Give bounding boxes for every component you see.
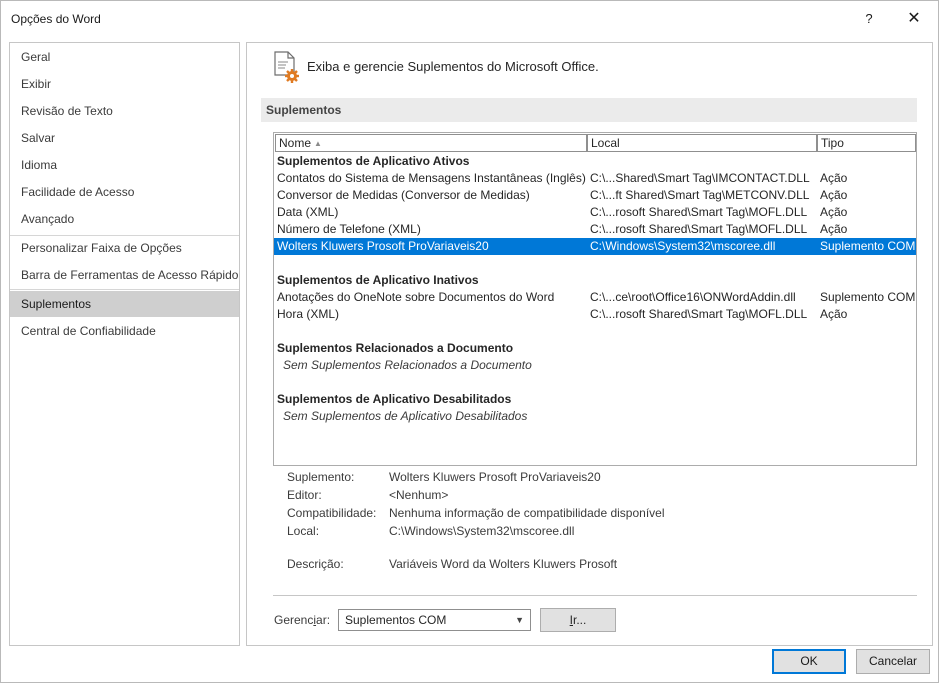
column-header-name[interactable]: Nome ▲	[275, 134, 587, 152]
table-row[interactable]: Hora (XML) C:\...rosoft Shared\Smart Tag…	[274, 306, 916, 323]
nav-item-personalizar-faixa[interactable]: Personalizar Faixa de Opções	[10, 235, 239, 261]
nav-item-avancado[interactable]: Avançado	[10, 206, 239, 232]
addin-name: Wolters Kluwers Prosoft ProVariaveis20	[277, 239, 489, 253]
addin-type: Suplemento COM	[820, 239, 916, 253]
addin-type: Suplemento COM	[820, 290, 916, 304]
addin-name: Conversor de Medidas (Conversor de Medid…	[277, 188, 530, 202]
detail-location-value: C:\Windows\System32\mscoree.dll	[389, 524, 575, 538]
divider	[273, 595, 917, 596]
group-title: Suplementos de Aplicativo Inativos	[277, 273, 479, 287]
table-row[interactable]: Data (XML) C:\...rosoft Shared\Smart Tag…	[274, 204, 916, 221]
list-item: Sem Suplementos Relacionados a Documento	[274, 357, 916, 374]
column-header-type[interactable]: Tipo	[817, 134, 916, 152]
addin-type: Ação	[820, 307, 848, 321]
addin-location: C:\Windows\System32\mscoree.dll	[590, 239, 776, 253]
addin-type: Ação	[820, 222, 848, 236]
addin-type: Ação	[820, 188, 848, 202]
nav-item-salvar[interactable]: Salvar	[10, 125, 239, 151]
manage-dropdown-value: Suplementos COM	[345, 613, 447, 627]
table-row[interactable]: Número de Telefone (XML) C:\...rosoft Sh…	[274, 221, 916, 238]
detail-compat-value: Nenhuma informação de compatibilidade di…	[389, 506, 665, 520]
group-title: Suplementos de Aplicativo Desabilitados	[277, 392, 512, 406]
detail-publisher-label: Editor:	[287, 488, 322, 502]
addins-panel: Exiba e gerencie Suplementos do Microsof…	[246, 42, 933, 646]
addin-name: Número de Telefone (XML)	[277, 222, 421, 236]
table-row-selected[interactable]: Wolters Kluwers Prosoft ProVariaveis20 C…	[274, 238, 916, 255]
detail-description-label: Descrição:	[287, 557, 344, 571]
manage-dropdown[interactable]: Suplementos COM ▼	[338, 609, 531, 631]
cancel-button[interactable]: Cancelar	[856, 649, 930, 674]
column-name-label: Nome	[279, 136, 312, 150]
addins-gear-icon	[274, 51, 299, 83]
detail-publisher-value: <Nenhum>	[389, 488, 449, 502]
addin-name: Anotações do OneNote sobre Documentos do…	[277, 290, 555, 304]
options-nav: Geral Exibir Revisão de Texto Salvar Idi…	[9, 42, 240, 646]
addin-location: C:\...rosoft Shared\Smart Tag\MOFL.DLL	[590, 307, 808, 321]
nav-item-acessibilidade[interactable]: Facilidade de Acesso	[10, 179, 239, 205]
addin-location: C:\...Shared\Smart Tag\IMCONTACT.DLL	[590, 171, 810, 185]
help-icon[interactable]: ?	[854, 7, 884, 31]
go-label: r...	[573, 613, 587, 627]
group-title: Suplementos de Aplicativo Ativos	[277, 154, 470, 168]
nav-item-geral[interactable]: Geral	[10, 44, 239, 70]
nav-divider	[10, 289, 239, 290]
table-row[interactable]: Contatos do Sistema de Mensagens Instant…	[274, 170, 916, 187]
table-row[interactable]: Anotações do OneNote sobre Documentos do…	[274, 289, 916, 306]
section-title: Suplementos	[261, 98, 917, 122]
addin-location: C:\...rosoft Shared\Smart Tag\MOFL.DLL	[590, 205, 808, 219]
manage-label: Gerenciar:	[274, 613, 330, 627]
title-bar: Opções do Word ? ✕	[1, 1, 938, 37]
group-header-disabled: Suplementos de Aplicativo Desabilitados	[274, 391, 916, 408]
addin-name: Data (XML)	[277, 205, 339, 219]
nav-item-suplementos[interactable]: Suplementos	[10, 291, 239, 317]
manage-label-post: ar:	[316, 613, 331, 627]
nav-item-revisao[interactable]: Revisão de Texto	[10, 98, 239, 124]
ok-button[interactable]: OK	[772, 649, 846, 674]
chevron-down-icon: ▼	[515, 615, 524, 625]
addin-type: Ação	[820, 171, 848, 185]
close-icon[interactable]: ✕	[899, 7, 929, 31]
addin-location: C:\...rosoft Shared\Smart Tag\MOFL.DLL	[590, 222, 808, 236]
group-header-inactive: Suplementos de Aplicativo Inativos	[274, 272, 916, 289]
sort-ascending-icon: ▲	[314, 139, 322, 148]
addins-list[interactable]: Nome ▲ Local Tipo Suplementos de Aplicati…	[273, 132, 917, 466]
group-header-active: Suplementos de Aplicativo Ativos	[274, 153, 916, 170]
table-row[interactable]: Conversor de Medidas (Conversor de Medid…	[274, 187, 916, 204]
manage-label-pre: Gerenc	[274, 613, 314, 627]
addin-location: C:\...ce\root\Office16\ONWordAddin.dll	[590, 290, 796, 304]
detail-compat-label: Compatibilidade:	[287, 506, 377, 520]
empty-group-text: Sem Suplementos Relacionados a Documento	[283, 358, 532, 372]
group-header-document: Suplementos Relacionados a Documento	[274, 340, 916, 357]
list-item: Sem Suplementos de Aplicativo Desabilita…	[274, 408, 916, 425]
header-description: Exiba e gerencie Suplementos do Microsof…	[307, 59, 599, 74]
detail-location-label: Local:	[287, 524, 320, 538]
go-button[interactable]: Ir...	[540, 608, 616, 632]
empty-group-text: Sem Suplementos de Aplicativo Desabilita…	[283, 409, 528, 423]
addin-name: Hora (XML)	[277, 307, 340, 321]
window-title: Opções do Word	[11, 12, 101, 26]
addin-location: C:\...ft Shared\Smart Tag\METCONV.DLL	[590, 188, 810, 202]
detail-addin-value: Wolters Kluwers Prosoft ProVariaveis20	[389, 470, 601, 484]
group-title: Suplementos Relacionados a Documento	[277, 341, 514, 355]
addin-name: Contatos do Sistema de Mensagens Instant…	[277, 171, 586, 185]
word-options-dialog: Opções do Word ? ✕ Geral Exibir Revisão …	[0, 0, 939, 683]
nav-item-central-confiabilidade[interactable]: Central de Confiabilidade	[10, 318, 239, 344]
nav-item-barra-acesso-rapido[interactable]: Barra de Ferramentas de Acesso Rápido	[10, 262, 239, 288]
nav-item-idioma[interactable]: Idioma	[10, 152, 239, 178]
detail-addin-label: Suplemento:	[287, 470, 355, 484]
addin-type: Ação	[820, 205, 848, 219]
detail-description-value: Variáveis Word da Wolters Kluwers Prosof…	[389, 557, 618, 571]
column-header-location[interactable]: Local	[587, 134, 817, 152]
nav-item-exibir[interactable]: Exibir	[10, 71, 239, 97]
